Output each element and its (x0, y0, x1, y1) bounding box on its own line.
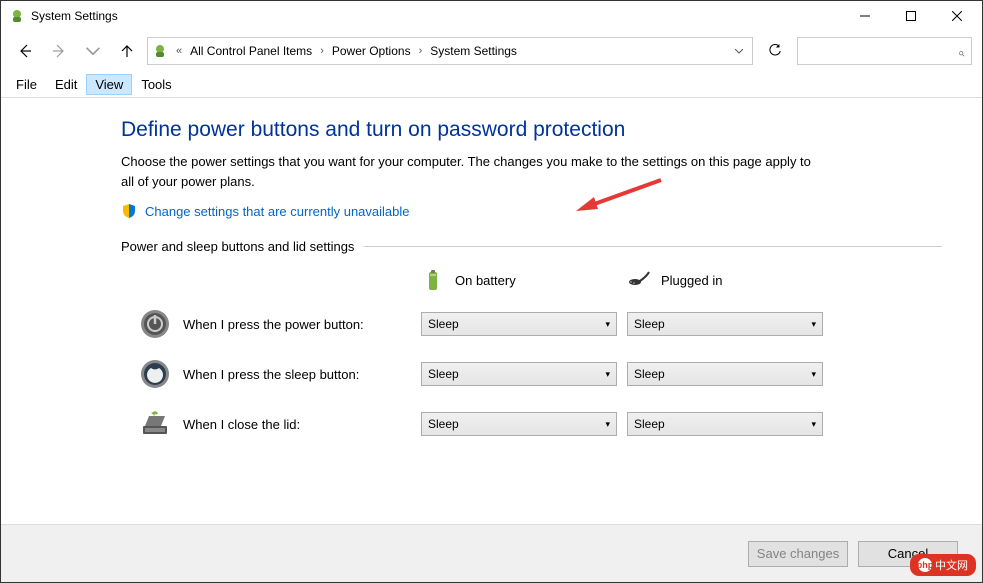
close-lid-row: When I close the lid: Sleep▾ Sleep▾ (121, 408, 942, 440)
breadcrumb-item[interactable]: All Control Panel Items (186, 42, 316, 60)
battery-column-header: On battery (421, 268, 617, 292)
sleep-button-battery-select[interactable]: Sleep▾ (421, 362, 617, 386)
chevron-right-icon: › (417, 45, 425, 57)
breadcrumb-dropdown[interactable] (730, 38, 748, 64)
row-label: When I press the power button: (183, 317, 421, 332)
search-icon[interactable] (959, 44, 965, 58)
close-lid-plugged-select[interactable]: Sleep▾ (627, 412, 823, 436)
minimize-button[interactable] (842, 1, 888, 31)
menu-view[interactable]: View (86, 74, 132, 95)
breadcrumb[interactable]: « All Control Panel Items › Power Option… (147, 37, 753, 65)
chevron-down-icon: ▾ (811, 319, 816, 330)
menu-edit[interactable]: Edit (46, 74, 86, 95)
laptop-lid-icon (139, 408, 171, 440)
chevron-right-icon: › (318, 45, 326, 57)
breadcrumb-prefix: « (174, 45, 184, 57)
row-label: When I close the lid: (183, 417, 421, 432)
close-lid-battery-select[interactable]: Sleep▾ (421, 412, 617, 436)
window-title: System Settings (31, 9, 842, 23)
chevron-down-icon: ▾ (811, 369, 816, 380)
chevron-down-icon: ▾ (811, 419, 816, 430)
breadcrumb-item[interactable]: System Settings (426, 42, 521, 60)
breadcrumb-icon (152, 43, 168, 59)
page-title: Define power buttons and turn on passwor… (121, 118, 942, 142)
sleep-button-row: When I press the sleep button: Sleep▾ Sl… (121, 358, 942, 390)
back-button[interactable] (11, 37, 39, 65)
forward-button[interactable] (45, 37, 73, 65)
menu-file[interactable]: File (7, 74, 46, 95)
maximize-button[interactable] (888, 1, 934, 31)
sleep-button-icon (139, 358, 171, 390)
plugged-column-header: Plugged in (627, 268, 823, 292)
power-button-row: When I press the power button: Sleep▾ Sl… (121, 308, 942, 340)
page-description: Choose the power settings that you want … (121, 152, 821, 191)
section-label: Power and sleep buttons and lid settings (121, 239, 942, 254)
change-settings-link-row: Change settings that are currently unava… (121, 203, 942, 219)
shield-icon (121, 203, 137, 219)
history-dropdown[interactable] (79, 37, 107, 65)
system-settings-window: System Settings « All Control Panel Item… (0, 0, 983, 583)
breadcrumb-item[interactable]: Power Options (328, 42, 415, 60)
refresh-button[interactable] (759, 37, 791, 65)
nav-toolbar: « All Control Panel Items › Power Option… (1, 31, 982, 71)
window-controls (842, 1, 980, 31)
save-button[interactable]: Save changes (748, 541, 848, 567)
content-scroll[interactable]: Define power buttons and turn on passwor… (1, 98, 982, 524)
power-button-battery-select[interactable]: Sleep▾ (421, 312, 617, 336)
power-button-plugged-select[interactable]: Sleep▾ (627, 312, 823, 336)
titlebar: System Settings (1, 1, 982, 31)
row-label: When I press the sleep button: (183, 367, 421, 382)
footer: Save changes Cancel (1, 524, 982, 582)
search-box[interactable] (797, 37, 972, 65)
content-area: Define power buttons and turn on passwor… (1, 97, 982, 524)
change-settings-link[interactable]: Change settings that are currently unava… (145, 204, 410, 219)
power-button-icon (139, 308, 171, 340)
up-button[interactable] (113, 37, 141, 65)
watermark: php 中文网 (910, 554, 976, 576)
app-icon (9, 8, 25, 24)
menubar: File Edit View Tools (1, 71, 982, 97)
close-button[interactable] (934, 1, 980, 31)
battery-icon (421, 268, 445, 292)
sleep-button-plugged-select[interactable]: Sleep▾ (627, 362, 823, 386)
column-headers: On battery Plugged in (121, 268, 942, 292)
menu-tools[interactable]: Tools (132, 74, 180, 95)
search-input[interactable] (804, 44, 959, 58)
plug-icon (627, 268, 651, 292)
chevron-down-icon: ▾ (605, 419, 610, 430)
divider (364, 246, 942, 247)
chevron-down-icon: ▾ (605, 369, 610, 380)
chevron-down-icon: ▾ (605, 319, 610, 330)
